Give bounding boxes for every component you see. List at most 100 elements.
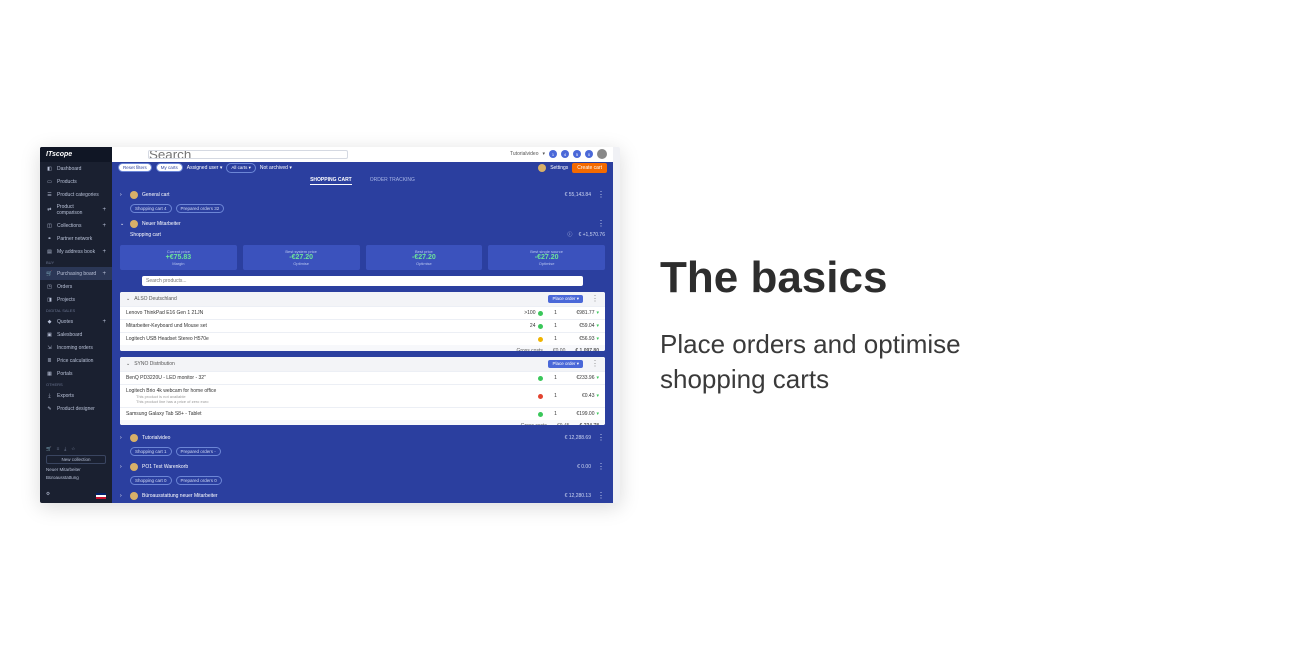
nav-products[interactable]: ▭Products <box>40 175 112 188</box>
nav-comparison[interactable]: ⇄Product comparison+ <box>40 201 112 219</box>
settings-link[interactable]: Settings <box>550 165 568 171</box>
qty[interactable]: 1 <box>546 375 564 381</box>
nav-purchasing-board[interactable]: 🛒Purchasing board+ <box>40 267 112 280</box>
nav-projects[interactable]: ◨Projects <box>40 293 112 306</box>
qty[interactable]: 1 <box>546 323 564 329</box>
tool-icon[interactable]: ≡ <box>57 446 60 452</box>
nav-quotes[interactable]: ◆Quotes+ <box>40 315 112 328</box>
qty[interactable]: 1 <box>546 393 564 399</box>
more-icon[interactable]: ⋮ <box>597 465 605 469</box>
expand-icon[interactable]: ▾ <box>596 310 599 316</box>
nav-incoming[interactable]: ⇲Incoming orders <box>40 341 112 354</box>
cart-group-header[interactable]: ›Büroausstattung neuer Mitarbeiter€ 12,2… <box>112 489 613 503</box>
metric-card[interactable]: Best price-€27.20Optimise <box>366 245 483 270</box>
qty[interactable]: 1 <box>546 310 564 316</box>
metric-card[interactable]: Best single source-€27.20Optimise <box>488 245 605 270</box>
nav-label: Salesboard <box>57 332 82 338</box>
nav-orders[interactable]: ◳Orders <box>40 280 112 293</box>
nav-collections[interactable]: ◫Collections+ <box>40 219 112 232</box>
nav-label: Incoming orders <box>57 345 93 351</box>
chevron-down-icon[interactable]: ⌄ <box>126 296 130 302</box>
product-search-input[interactable] <box>142 276 583 286</box>
cart-group-header[interactable]: ›PO1 Test Warenkorb€ 0.00⋮ <box>112 460 613 474</box>
product-line[interactable]: Lenovo ThinkPad E16 Gen 1 21JN>1001€981.… <box>120 306 605 319</box>
notif-badge[interactable]: 4 <box>561 150 569 158</box>
more-icon[interactable]: ⋮ <box>597 436 605 440</box>
cart-group-header[interactable]: ⌄ Neuer Mitarbeiter ⋮ <box>112 217 613 231</box>
plus-icon[interactable]: + <box>102 271 106 277</box>
nav-portals[interactable]: ▦Portals <box>40 367 112 380</box>
plus-icon[interactable]: + <box>102 319 106 325</box>
chip[interactable]: Shopping cart 4 <box>130 204 172 213</box>
expand-icon[interactable]: ▾ <box>596 336 599 342</box>
assigned-filter[interactable]: Assigned user ▾ <box>187 165 223 171</box>
metric-card[interactable]: Best system price-€27.20Optimise <box>243 245 360 270</box>
cart-group-header[interactable]: ›Tutorialvideo€ 12,288.69⋮ <box>112 431 613 445</box>
expand-icon[interactable]: ▾ <box>596 323 599 329</box>
more-icon[interactable]: ⋮ <box>597 494 605 498</box>
context-label[interactable]: Tutorialvideo <box>510 151 538 157</box>
user-avatar[interactable] <box>597 149 607 159</box>
place-order-button[interactable]: Place order ▾ <box>548 360 583 368</box>
filter-bar: Reset filters My carts Assigned user ▾ A… <box>112 162 613 175</box>
nav-pricecalc[interactable]: ≣Price calculation <box>40 354 112 367</box>
global-search-input[interactable] <box>148 150 348 159</box>
plus-icon[interactable]: + <box>102 249 106 255</box>
notif-badge[interactable]: 5 <box>573 150 581 158</box>
info-icon[interactable]: ⓘ <box>567 231 572 238</box>
tab-shopping-cart[interactable]: SHOPPING CART <box>310 177 352 185</box>
chip[interactable]: Prepared orders 0 <box>176 476 222 485</box>
notif-badge[interactable]: 0 <box>585 150 593 158</box>
tool-icon[interactable]: 🛒 <box>46 446 52 452</box>
chip[interactable]: Prepared orders 32 <box>176 204 225 213</box>
plus-icon[interactable]: + <box>102 223 106 229</box>
chevron-down-icon[interactable]: ▾ <box>542 151 545 157</box>
place-order-button[interactable]: Place order ▾ <box>548 295 583 303</box>
caption-title: The basics <box>660 253 1260 303</box>
tool-icon[interactable]: ⤓ <box>64 446 66 452</box>
create-cart-button[interactable]: Create cart <box>572 163 607 173</box>
chip[interactable]: Shopping cart 1 <box>130 447 172 456</box>
qty[interactable]: 1 <box>546 411 564 417</box>
product-line[interactable]: Logitech USB Headset Stereo H570e1€56.93… <box>120 332 605 345</box>
expand-icon[interactable]: ▾ <box>596 411 599 417</box>
archived-filter[interactable]: Not archived ▾ <box>260 165 292 171</box>
qty[interactable]: 1 <box>546 336 564 342</box>
footer-user[interactable]: Büroausstattung <box>46 475 106 480</box>
reset-filters-button[interactable]: Reset filters <box>118 163 152 172</box>
nav-designer[interactable]: ✎Product designer <box>40 402 112 415</box>
nav-salesboard[interactable]: ▣Salesboard <box>40 328 112 341</box>
scrollbar[interactable] <box>613 147 620 503</box>
more-icon[interactable]: ⋮ <box>597 222 605 226</box>
product-line[interactable]: BenQ PD3220U - LED monitor - 32"1€233.96… <box>120 371 605 384</box>
nav-categories[interactable]: ☰Product categories <box>40 188 112 201</box>
tab-order-tracking[interactable]: ORDER TRACKING <box>370 177 415 185</box>
metric-card[interactable]: Current price+€75.83Margin <box>120 245 237 270</box>
more-icon[interactable]: ⋮ <box>597 193 605 197</box>
product-line[interactable]: Mitarbeiter-Keyboard und Mouse set241€59… <box>120 319 605 332</box>
plus-icon[interactable]: + <box>102 207 106 213</box>
cart-group-header[interactable]: › General cart € 55,143.84⋮ <box>112 188 613 202</box>
stock-dot-icon <box>538 412 543 417</box>
nav-exports[interactable]: ⤓Exports <box>40 389 112 402</box>
settings-icon[interactable]: ⚙ <box>46 491 50 497</box>
my-carts-filter[interactable]: My carts <box>156 163 183 172</box>
all-carts-filter[interactable]: All carts ▾ <box>226 163 256 173</box>
product-line[interactable]: Logitech Brio 4k webcam for home officeT… <box>120 384 605 407</box>
nav-dashboard[interactable]: ◧Dashboard <box>40 162 112 175</box>
expand-icon[interactable]: ▾ <box>596 375 599 381</box>
more-icon[interactable]: ⋮ <box>591 362 599 366</box>
new-collection-button[interactable]: New collection <box>46 455 106 464</box>
notif-badge[interactable]: 1 <box>549 150 557 158</box>
product-line[interactable]: Samsung Galaxy Tab S8+ - Tablet1€199.00▾ <box>120 407 605 420</box>
chevron-down-icon[interactable]: ⌄ <box>126 361 130 367</box>
footer-user[interactable]: Neuer Mitarbeiter <box>46 467 106 472</box>
tool-icon[interactable]: ☆ <box>71 446 75 452</box>
nav-address[interactable]: ▤My address book+ <box>40 245 112 258</box>
nav-partner[interactable]: ⚭Partner network <box>40 232 112 245</box>
more-icon[interactable]: ⋮ <box>591 297 599 301</box>
language-flag-icon[interactable] <box>96 493 106 499</box>
chip[interactable]: Prepared orders - <box>176 447 221 456</box>
chip[interactable]: Shopping cart 0 <box>130 476 172 485</box>
expand-icon[interactable]: ▾ <box>596 393 599 399</box>
